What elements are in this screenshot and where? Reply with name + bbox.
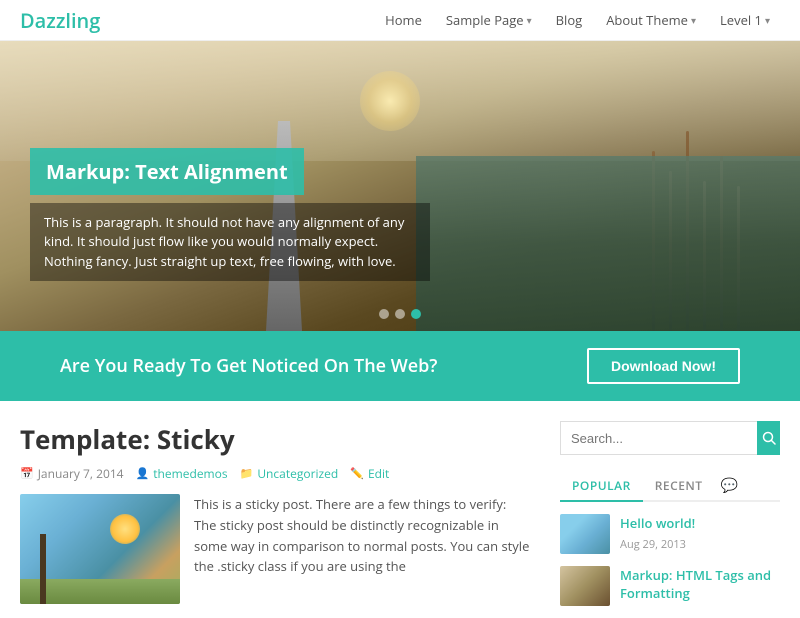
- recent-post-thumbnail-2: [560, 566, 610, 606]
- search-button[interactable]: [757, 421, 780, 455]
- post-edit: ✏️ Edit: [350, 465, 389, 482]
- calendar-icon: 📅: [20, 466, 34, 481]
- main-content: Template: Sticky 📅 January 7, 2014 👤 the…: [0, 401, 800, 618]
- nav-sample-page[interactable]: Sample Page ▾: [436, 0, 542, 41]
- hero-sun: [360, 71, 420, 131]
- recent-post-info-1: Hello world! Aug 29, 2013: [620, 514, 695, 553]
- recent-post-thumbnail-1: [560, 514, 610, 554]
- site-logo[interactable]: Dazzling: [20, 7, 100, 34]
- nav-blog[interactable]: Blog: [546, 0, 593, 41]
- chevron-down-icon: ▾: [765, 13, 770, 27]
- post-author: 👤 themedemos: [136, 465, 228, 482]
- recent-post-1: Hello world! Aug 29, 2013: [560, 514, 780, 554]
- hero-caption: Markup: Text Alignment This is a paragra…: [30, 148, 430, 282]
- main-nav: Home Sample Page ▾ Blog About Theme ▾ Le…: [375, 0, 780, 41]
- chevron-down-icon: ▾: [691, 13, 696, 27]
- sidebar: POPULAR RECENT 💬 Hello world! Aug 29, 20…: [560, 421, 780, 618]
- post-category: 📁 Uncategorized: [240, 465, 339, 482]
- thumb-sun: [110, 514, 140, 544]
- post-title: Template: Sticky: [20, 421, 530, 457]
- post-date: 📅 January 7, 2014: [20, 465, 124, 482]
- nav-about-theme[interactable]: About Theme ▾: [596, 0, 706, 41]
- nav-level1[interactable]: Level 1 ▾: [710, 0, 780, 41]
- folder-icon: 📁: [240, 466, 254, 481]
- cta-download-button[interactable]: Download Now!: [587, 348, 740, 384]
- hero-caption-text: This is a paragraph. It should not have …: [30, 203, 430, 282]
- slider-dot-2[interactable]: [395, 309, 405, 319]
- hero-image: Markup: Text Alignment This is a paragra…: [0, 41, 800, 331]
- recent-post-date-1: Aug 29, 2013: [620, 537, 686, 552]
- thumb-tree: [40, 534, 46, 604]
- recent-post-info-2: Markup: HTML Tags and Formatting: [620, 566, 780, 604]
- slider-dot-3[interactable]: [411, 309, 421, 319]
- post-excerpt: This is a sticky post. There are a few t…: [194, 494, 530, 604]
- post-meta: 📅 January 7, 2014 👤 themedemos 📁 Uncateg…: [20, 465, 530, 482]
- chevron-down-icon: ▾: [527, 13, 532, 27]
- tab-popular[interactable]: POPULAR: [560, 471, 643, 502]
- slider-dot-1[interactable]: [379, 309, 389, 319]
- hero-water: [416, 156, 800, 331]
- hero-caption-title: Markup: Text Alignment: [30, 148, 304, 195]
- post-body: This is a sticky post. There are a few t…: [20, 494, 530, 604]
- recent-post-link-1[interactable]: Hello world!: [620, 514, 695, 532]
- cta-bar: Are You Ready To Get Noticed On The Web?…: [0, 331, 800, 401]
- user-icon: 👤: [136, 466, 150, 481]
- tab-recent[interactable]: RECENT: [643, 471, 715, 500]
- cta-text: Are You Ready To Get Noticed On The Web?: [60, 354, 437, 378]
- search-icon: [762, 431, 776, 445]
- nav-home[interactable]: Home: [375, 0, 432, 41]
- site-header: Dazzling Home Sample Page ▾ Blog About T…: [0, 0, 800, 41]
- search-input[interactable]: [560, 421, 757, 455]
- slider-dots: [379, 309, 421, 319]
- content-area: Template: Sticky 📅 January 7, 2014 👤 the…: [20, 421, 530, 618]
- recent-post-link-2[interactable]: Markup: HTML Tags and Formatting: [620, 566, 780, 602]
- edit-icon: ✏️: [350, 466, 364, 481]
- recent-post-2: Markup: HTML Tags and Formatting: [560, 566, 780, 606]
- tabs-bar: POPULAR RECENT 💬: [560, 471, 780, 502]
- comment-icon: 💬: [721, 476, 738, 495]
- post-thumbnail: [20, 494, 180, 604]
- hero-slider: Markup: Text Alignment This is a paragra…: [0, 41, 800, 331]
- search-bar: [560, 421, 780, 455]
